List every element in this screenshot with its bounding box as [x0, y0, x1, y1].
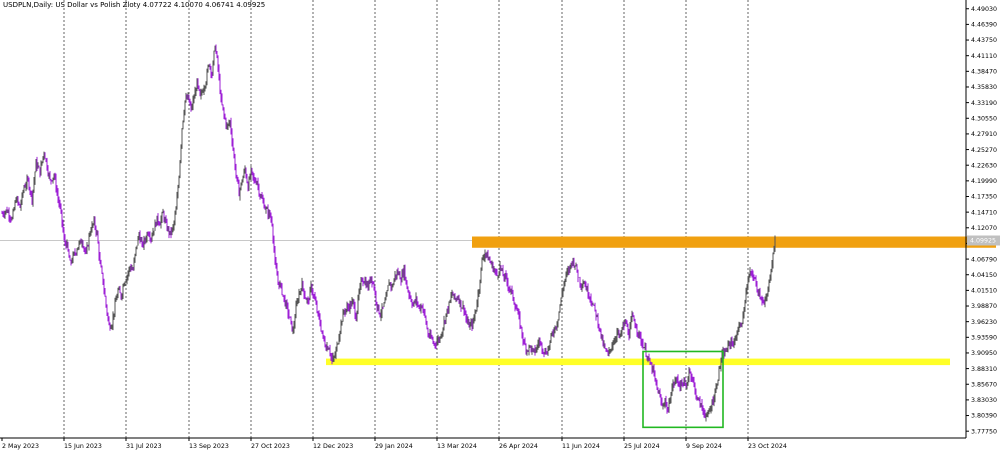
- resistance-zone: [472, 236, 996, 248]
- x-tick-label: 31 Jul 2023: [126, 443, 162, 450]
- y-tick-label: 4.41110: [971, 53, 997, 60]
- y-tick-label: 4.12070: [971, 225, 997, 232]
- y-tick-label: 4.19990: [971, 178, 997, 185]
- x-tick-label: 23 Oct 2024: [748, 443, 787, 450]
- y-tick-label: 4.43750: [971, 37, 997, 44]
- y-tick-label: 4.49030: [971, 6, 997, 13]
- y-tick-label: 4.17350: [971, 194, 997, 201]
- y-tick-label: 4.38470: [971, 69, 997, 76]
- support-zone: [326, 358, 950, 366]
- y-tick-label: 3.85670: [971, 381, 997, 388]
- y-tick-label: 4.04150: [971, 272, 997, 279]
- x-tick-label: 26 Apr 2024: [499, 443, 538, 450]
- y-tick-label: 4.14710: [971, 209, 997, 216]
- y-tick-label: 4.06790: [971, 256, 997, 263]
- y-tick-label: 3.98870: [971, 303, 997, 310]
- last-price-tag-label: 4.09925: [970, 238, 996, 245]
- x-tick-label: 2 May 2023: [2, 443, 39, 450]
- y-tick-label: 3.80390: [971, 413, 997, 420]
- y-tick-label: 3.77750: [971, 428, 997, 435]
- y-tick-label: 3.93590: [971, 335, 997, 342]
- y-tick-label: 3.96230: [971, 319, 997, 326]
- y-tick-label: 4.35830: [971, 84, 997, 91]
- y-tick-label: 4.27910: [971, 131, 997, 138]
- x-tick-label: 13 Sep 2023: [189, 443, 229, 450]
- y-tick-label: 3.88310: [971, 366, 997, 373]
- x-tick-label: 25 Jul 2024: [624, 443, 660, 450]
- candlestick-chart[interactable]: 2 May 2023 15 Jun 2023 31 Jul 2023 13 Sep 2…: [0, 0, 1000, 451]
- y-tick-label: 4.30550: [971, 115, 997, 122]
- x-tick-label: 11 Jun 2024: [562, 443, 600, 450]
- axes: 2 May 2023 15 Jun 2023 31 Jul 2023 13 Sep 2…: [0, 0, 1000, 450]
- x-tick-label: 29 Jan 2024: [375, 443, 413, 450]
- y-tick-label: 3.90950: [971, 350, 997, 357]
- price-zones: [326, 236, 996, 366]
- y-tick-label: 4.33190: [971, 100, 997, 107]
- x-tick-label: 13 Mar 2024: [437, 443, 477, 450]
- x-tick-label: 12 Dec 2023: [313, 443, 353, 450]
- y-tick-label: 4.01510: [971, 288, 997, 295]
- y-tick-label: 4.46390: [971, 22, 997, 29]
- x-tick-label: 9 Sep 2024: [686, 443, 722, 450]
- y-tick-label: 4.25270: [971, 147, 997, 154]
- grid-lines: [0, 0, 966, 438]
- y-tick-label: 4.22630: [971, 162, 997, 169]
- x-tick-label: 27 Oct 2023: [251, 443, 290, 450]
- x-tick-label: 15 Jun 2023: [64, 443, 102, 450]
- y-tick-label: 3.83030: [971, 397, 997, 404]
